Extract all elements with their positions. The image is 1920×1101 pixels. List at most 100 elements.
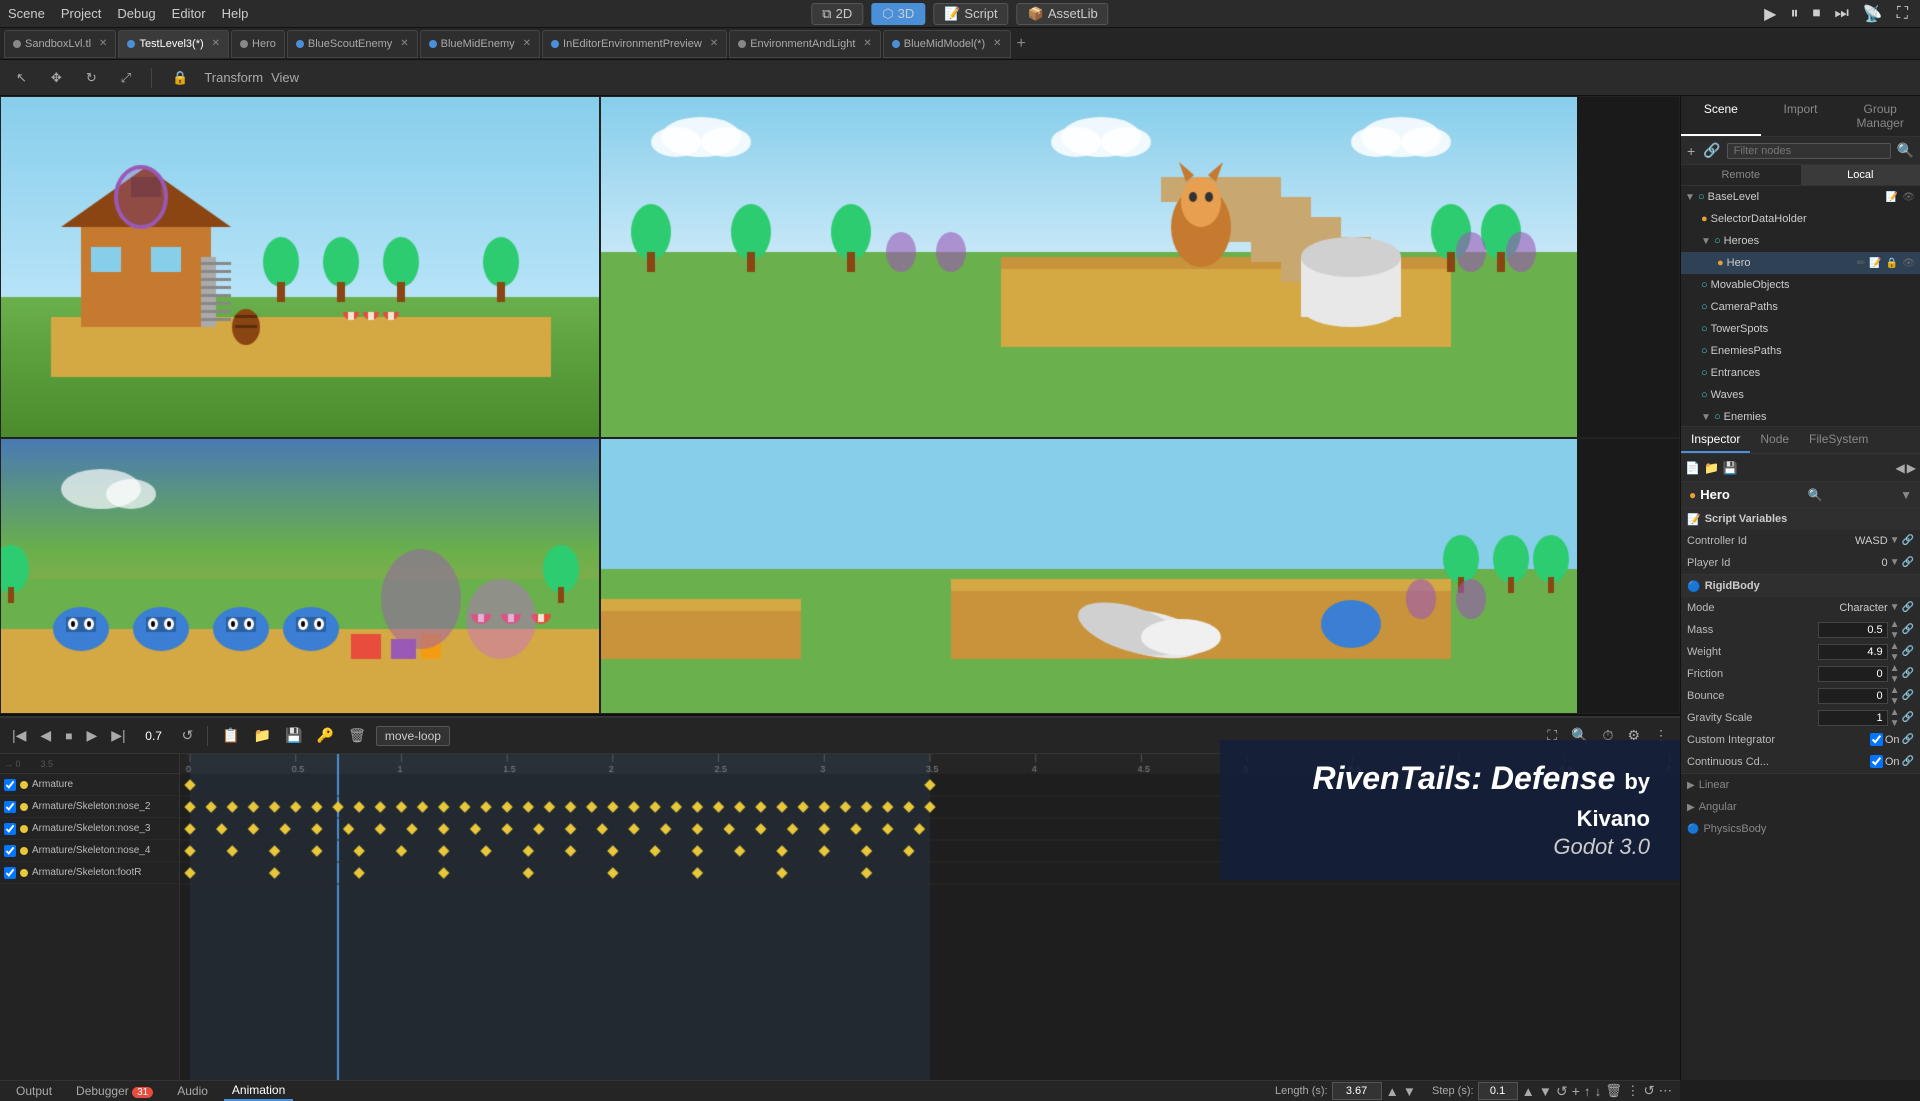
step-down[interactable]: ▼ — [1539, 1084, 1552, 1099]
mass-link[interactable]: 🔗 — [1902, 624, 1914, 635]
controller-id-dropdown[interactable]: ▼ — [1890, 535, 1900, 546]
scene-tab[interactable]: Scene — [1681, 96, 1761, 136]
inspector-tab[interactable]: Inspector — [1681, 427, 1750, 453]
track-nose3-checkbox[interactable] — [4, 823, 16, 835]
tab-hero[interactable]: Hero — [231, 30, 285, 58]
anim-track-armature[interactable]: Armature — [0, 774, 179, 796]
animation-length-input[interactable] — [1332, 1082, 1382, 1100]
viewport-canvas-4[interactable] — [601, 439, 1577, 714]
tree-item-entrances[interactable]: ○ Entrances — [1681, 362, 1920, 384]
mode-dropdown[interactable]: ▼ — [1890, 602, 1900, 613]
toolbar-lock[interactable]: 🔒 — [164, 66, 196, 90]
gravity-scale-spinner[interactable]: ▲▼ — [1890, 707, 1900, 729]
output-tab[interactable]: Output — [8, 1082, 60, 1100]
controller-id-link[interactable]: 🔗 — [1902, 535, 1914, 546]
tab-sandboxlvl[interactable]: SandboxLvl.tl ✕ — [4, 30, 116, 58]
anim-play-button[interactable]: ▶ — [82, 725, 101, 746]
tab-close[interactable]: ✕ — [863, 38, 871, 49]
debugger-tab[interactable]: Debugger 31 — [68, 1082, 161, 1100]
track-armature-checkbox[interactable] — [4, 779, 16, 791]
tab-active-close[interactable]: ✕ — [212, 38, 220, 49]
tree-item-enemies[interactable]: ▼ ○ Enemies — [1681, 406, 1920, 426]
anim-delete[interactable]: 🗑 — [344, 725, 370, 746]
anim-add-track[interactable]: 📋 — [218, 725, 243, 746]
friction-link[interactable]: 🔗 — [1902, 668, 1914, 679]
tree-item-towerspots[interactable]: ○ TowerSpots — [1681, 318, 1920, 340]
tree-script-btn[interactable]: 📝 — [1885, 191, 1899, 204]
weight-input[interactable] — [1818, 644, 1888, 660]
tab-close[interactable]: ✕ — [99, 38, 107, 49]
anim-snap[interactable]: ⋮ — [1626, 1083, 1639, 1099]
weight-link[interactable]: 🔗 — [1902, 646, 1914, 657]
custom-integrator-checkbox[interactable] — [1870, 733, 1883, 746]
anim-save[interactable]: 💾 — [281, 725, 306, 746]
menu-debug[interactable]: Debug — [117, 6, 155, 21]
anim-keys[interactable]: 🔑 — [313, 725, 338, 746]
physics-body-section[interactable]: 🔵 PhysicsBody — [1681, 818, 1920, 840]
scene-add-button[interactable]: + — [1685, 141, 1697, 161]
scene-filter-input[interactable] — [1727, 143, 1891, 159]
tab-close[interactable]: ✕ — [400, 38, 408, 49]
anim-delete-btn[interactable]: 🗑 — [1605, 1083, 1622, 1099]
remote-tab[interactable]: Remote — [1681, 165, 1801, 185]
mode-link[interactable]: 🔗 — [1902, 602, 1914, 613]
bounce-spinner[interactable]: ▲▼ — [1890, 685, 1900, 707]
tab-close[interactable]: ✕ — [523, 38, 531, 49]
viewport-bottomleft[interactable] — [0, 438, 600, 714]
tree-item-waves[interactable]: ○ Waves — [1681, 384, 1920, 406]
track-nose2-checkbox[interactable] — [4, 801, 16, 813]
viewport-bottomright[interactable] — [600, 438, 1680, 714]
continuous-cd-checkbox[interactable] — [1870, 755, 1883, 768]
length-up[interactable]: ▲ — [1386, 1084, 1399, 1099]
viewport-topleft[interactable] — [0, 96, 600, 438]
tree-vis-btn[interactable]: 👁 — [1901, 191, 1916, 204]
gravity-scale-link[interactable]: 🔗 — [1902, 712, 1914, 723]
filesystem-tab[interactable]: FileSystem — [1799, 427, 1878, 453]
insp-history-new[interactable]: 📄 — [1685, 461, 1700, 475]
insp-back[interactable]: ◀ — [1896, 461, 1905, 475]
track-footr-checkbox[interactable] — [4, 867, 16, 879]
play-button[interactable]: ▶ — [1760, 2, 1780, 26]
anim-track-footr[interactable]: Armature/Skeleton:footR — [0, 862, 179, 884]
player-id-link[interactable]: 🔗 — [1902, 557, 1914, 568]
tab-close[interactable]: ✕ — [993, 38, 1001, 49]
audio-tab[interactable]: Audio — [169, 1082, 216, 1100]
mass-spinner[interactable]: ▲▼ — [1890, 619, 1900, 641]
anim-stop-button[interactable]: ■ — [61, 727, 76, 745]
anim-track-nose3[interactable]: Armature/Skeleton:nose_3 — [0, 818, 179, 840]
node-filter-button[interactable]: ▼ — [1900, 488, 1912, 502]
bounce-input[interactable] — [1818, 688, 1888, 704]
anim-next-button[interactable]: ▶| — [107, 725, 129, 746]
scene-search-button[interactable]: 🔍 — [1895, 140, 1916, 161]
tab-close[interactable]: ✕ — [710, 38, 718, 49]
step-button[interactable]: ⏭ — [1830, 3, 1852, 25]
anim-loop-button[interactable]: ↺ — [178, 725, 198, 746]
toolbar-scale[interactable]: ⤢ — [113, 66, 139, 90]
angular-section[interactable]: ▶ Angular — [1681, 796, 1920, 818]
hero-vis-btn[interactable]: 👁 — [1901, 257, 1916, 270]
stop-button[interactable]: ⏹ — [1808, 3, 1824, 25]
script-variables-header[interactable]: 📝 Script Variables — [1681, 508, 1920, 530]
viewport-canvas-3[interactable] — [1, 439, 600, 714]
mode-2d-button[interactable]: ⧉ 2D — [811, 3, 863, 25]
step-up[interactable]: ▲ — [1522, 1084, 1535, 1099]
friction-input[interactable] — [1818, 666, 1888, 682]
anim-add[interactable]: + — [1572, 1083, 1580, 1099]
toolbar-move[interactable]: ✥ — [43, 66, 70, 90]
viewport-canvas-1[interactable] — [1, 97, 600, 438]
hero-lock-btn[interactable]: 🔒 — [1885, 257, 1899, 270]
tree-item-hero[interactable]: ● Hero ✏ 📝 🔒 👁 — [1681, 252, 1920, 274]
insp-open[interactable]: 📁 — [1704, 461, 1719, 475]
tab-bluemidmodel[interactable]: BlueMidModel(*) ✕ — [883, 30, 1011, 58]
group-manager-tab[interactable]: Group Manager — [1840, 96, 1920, 136]
remote-button[interactable]: 📡 — [1859, 2, 1887, 26]
tree-item-camerapaths[interactable]: ○ CameraPaths — [1681, 296, 1920, 318]
insp-forward[interactable]: ▶ — [1907, 461, 1916, 475]
anim-folder[interactable]: 📁 — [250, 725, 275, 746]
custom-integrator-link[interactable]: 🔗 — [1902, 734, 1914, 745]
animation-step-input[interactable] — [1478, 1082, 1518, 1100]
toolbar-rotate[interactable]: ↻ — [78, 66, 105, 90]
fullscreen-button[interactable]: ⛶ — [1893, 3, 1912, 25]
anim-back-button[interactable]: |◀ — [8, 725, 30, 746]
add-tab-button[interactable]: + — [1013, 35, 1030, 53]
